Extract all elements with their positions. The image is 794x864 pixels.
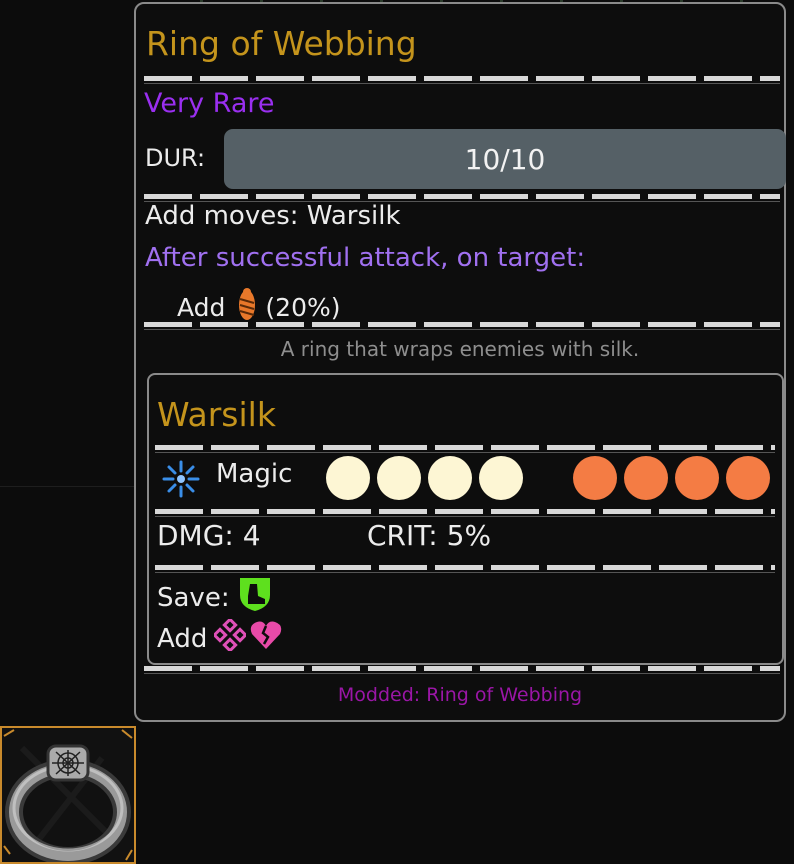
effect-chance: (20%): [265, 292, 341, 322]
divider: [155, 445, 775, 453]
divider: [155, 509, 775, 517]
background-divider: [0, 486, 134, 487]
durability-bar: 10/10: [224, 129, 786, 189]
item-tooltip: Ring of Webbing Very Rare DUR: 10/10 Add…: [134, 2, 786, 722]
shield-boot-icon: [237, 575, 273, 620]
divider: [144, 76, 780, 84]
effect-line: Add (20%): [177, 287, 340, 327]
add-line: Add: [157, 617, 283, 658]
divider: [155, 565, 775, 573]
target-position-pip: [573, 456, 617, 500]
magic-burst-icon: [161, 459, 201, 503]
mod-footer: Modded: Ring of Webbing: [337, 684, 583, 706]
item-slot[interactable]: [0, 726, 136, 864]
item-rarity: Very Rare: [144, 88, 275, 119]
target-positions: [573, 456, 777, 500]
add-moves-text: Add moves: Warsilk: [145, 201, 401, 231]
diamond-pattern-icon: [212, 617, 249, 658]
target-position-pip: [726, 456, 770, 500]
spider-web-ring-icon: [3, 729, 133, 862]
save-line: Save:: [157, 575, 273, 620]
usable-position-pip: [428, 456, 472, 500]
skill-type-label: Magic: [216, 459, 293, 489]
item-description: A ring that wraps enemies with silk.: [280, 337, 640, 361]
effect-prefix: Add: [177, 292, 226, 322]
durability-label: DUR:: [145, 144, 206, 172]
divider: [144, 322, 780, 330]
usable-position-pip: [326, 456, 370, 500]
crit-stat: CRIT: 5%: [367, 519, 492, 552]
usable-position-pip: [377, 456, 421, 500]
broken-heart-icon: [249, 619, 283, 658]
target-position-pip: [675, 456, 719, 500]
usable-positions: [326, 456, 530, 500]
divider: [144, 194, 780, 202]
usable-position-pip: [479, 456, 523, 500]
trigger-text: After successful attack, on target:: [145, 243, 586, 273]
divider: [144, 666, 780, 674]
damage-stat: DMG: 4: [157, 519, 261, 552]
skill-panel: Warsilk Magic DMG: 4 CRIT: 5% Save: Add: [147, 373, 784, 665]
add-label: Add: [157, 623, 208, 654]
durability-value: 10/10: [464, 142, 546, 176]
skill-title: Warsilk: [157, 395, 276, 434]
item-title: Ring of Webbing: [146, 24, 417, 63]
save-label: Save:: [157, 582, 230, 613]
cocoon-icon: [237, 287, 257, 327]
target-position-pip: [624, 456, 668, 500]
